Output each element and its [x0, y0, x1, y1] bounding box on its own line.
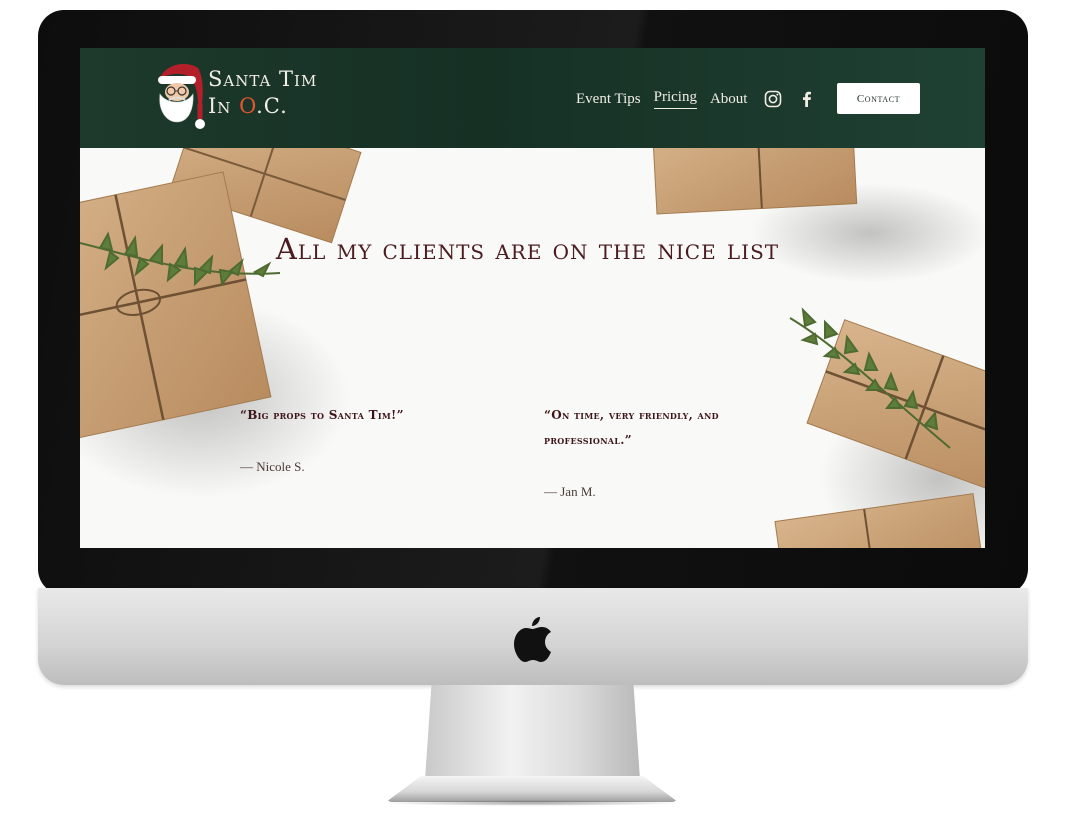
nav-pricing[interactable]: Pricing — [653, 89, 697, 109]
testimonial-quote-2: “On time, very friendly, and professiona… — [544, 408, 719, 447]
nav-event-tips[interactable]: Event Tips — [576, 91, 641, 108]
testimonial-quote-1: “Big props to Santa Tim!” — [240, 408, 404, 422]
apple-logo-icon — [514, 617, 551, 662]
hero-section: All my clients are on the nice list “Big… — [80, 148, 985, 548]
site-logo-text[interactable]: Santa Tim In O.C. — [208, 66, 317, 120]
screen: Santa Tim In O.C. Event Tips Pricing Abo… — [80, 48, 985, 548]
testimonial-author-1: — Nicole S. — [240, 459, 305, 474]
nav-about[interactable]: About — [710, 91, 748, 108]
facebook-icon[interactable] — [798, 90, 816, 108]
santa-logo-icon[interactable] — [152, 60, 208, 134]
monitor-stand-foot — [386, 776, 678, 802]
logo-line-2-suffix: .C. — [256, 94, 288, 118]
hero-headline: All my clients are on the nice list — [275, 232, 780, 266]
testimonial-author-2: — Jan M. — [544, 484, 596, 499]
main-nav: Event Tips Pricing About — [576, 88, 828, 110]
gift-decoration-image — [80, 148, 985, 548]
logo-orange-o: O — [239, 94, 257, 118]
contact-button[interactable]: Contact — [837, 83, 920, 114]
logo-line-2-prefix: In — [208, 94, 240, 118]
logo-line-1: Santa Tim — [208, 67, 318, 91]
logo-line-2: In O.C. — [208, 93, 317, 120]
site-header: Santa Tim In O.C. Event Tips Pricing Abo… — [80, 48, 985, 148]
instagram-icon[interactable] — [764, 90, 782, 108]
stand-shadow — [380, 800, 684, 806]
monitor-stand-neck — [425, 685, 640, 780]
